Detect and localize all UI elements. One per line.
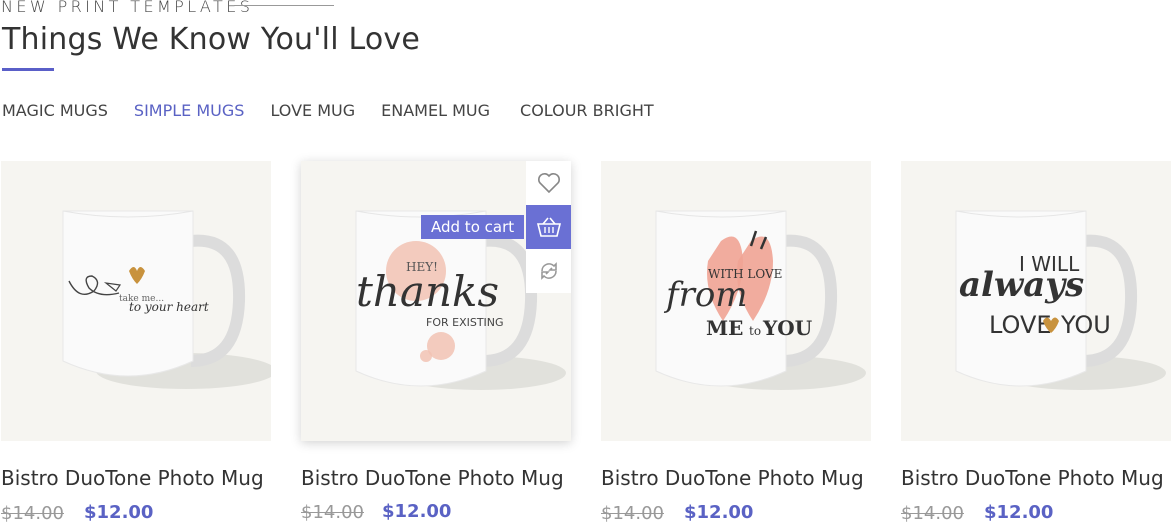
tab-love-mug[interactable]: LOVE MUG [270, 101, 355, 120]
section-title: Things We Know You'll Love [2, 22, 421, 57]
mug-print-text: to [749, 324, 761, 338]
mug-print-text: FOR EXISTING [426, 316, 504, 329]
sale-price: $12.00 [984, 502, 1054, 523]
sale-price: $12.00 [382, 501, 452, 522]
tab-colour-bright[interactable]: COLOUR BRIGHT [520, 101, 654, 120]
add-to-cart-button[interactable] [526, 205, 571, 249]
product-name[interactable]: Bistro DuoTone Photo Mug [901, 466, 1164, 490]
sale-price: $12.00 [684, 502, 754, 523]
product-card[interactable]: HEY! thanks FOR EXISTING Add to cart Bis… [301, 161, 571, 523]
product-name[interactable]: Bistro DuoTone Photo Mug [601, 466, 864, 490]
mug-image: take me... to your heart [62, 210, 271, 389]
product-card[interactable]: WITH LOVE from ME to YOU Bistro DuoTone … [601, 161, 871, 523]
basket-icon [536, 217, 561, 237]
product-name[interactable]: Bistro DuoTone Photo Mug [301, 466, 564, 490]
product-card[interactable]: take me... to your heart Bistro DuoTone … [1, 161, 271, 523]
tab-magic-mugs[interactable]: MAGIC MUGS [2, 101, 108, 120]
product-image[interactable]: I WILL always LOVE YOU [901, 161, 1171, 441]
mug-image: WITH LOVE from ME to YOU [655, 210, 866, 390]
category-tabs: MAGIC MUGS SIMPLE MUGS LOVE MUG ENAMEL M… [2, 101, 680, 120]
old-price: $14.00 [1, 503, 64, 523]
old-price: $14.00 [901, 503, 964, 523]
mug-print-text: ME [706, 316, 743, 340]
section-eyebrow: NEW PRINT TEMPLATES [1, 0, 254, 16]
quick-actions [526, 161, 571, 293]
product-name[interactable]: Bistro DuoTone Photo Mug [1, 466, 264, 490]
mug-print-text: to your heart [129, 300, 209, 314]
mug-print-text: thanks [356, 267, 499, 316]
mug-print-text: always [959, 265, 1084, 305]
product-image[interactable]: take me... to your heart [1, 161, 271, 441]
eyebrow-line [234, 5, 334, 6]
mug-print-text: YOU [1060, 311, 1111, 339]
add-to-cart-tooltip[interactable]: Add to cart [421, 215, 525, 239]
sale-price: $12.00 [84, 502, 154, 523]
tab-enamel-mug[interactable]: ENAMEL MUG [381, 101, 490, 120]
mug-print-text: YOU [762, 316, 812, 340]
wishlist-button[interactable] [526, 161, 571, 205]
tab-simple-mugs[interactable]: SIMPLE MUGS [134, 101, 245, 120]
old-price: $14.00 [601, 503, 664, 523]
product-image[interactable]: WITH LOVE from ME to YOU [601, 161, 871, 441]
compare-button[interactable] [526, 249, 571, 293]
mug-print-text: LOVE [989, 311, 1052, 339]
refresh-icon [540, 262, 557, 280]
mug-image: I WILL always LOVE YOU [955, 210, 1166, 390]
title-underline [2, 68, 54, 71]
old-price: $14.00 [301, 502, 364, 523]
mug-print-text: from [663, 275, 748, 315]
product-image[interactable]: HEY! thanks FOR EXISTING Add to cart [301, 161, 571, 441]
product-card[interactable]: I WILL always LOVE YOU Bistro DuoTone Ph… [901, 161, 1171, 523]
heart-icon [537, 173, 560, 194]
